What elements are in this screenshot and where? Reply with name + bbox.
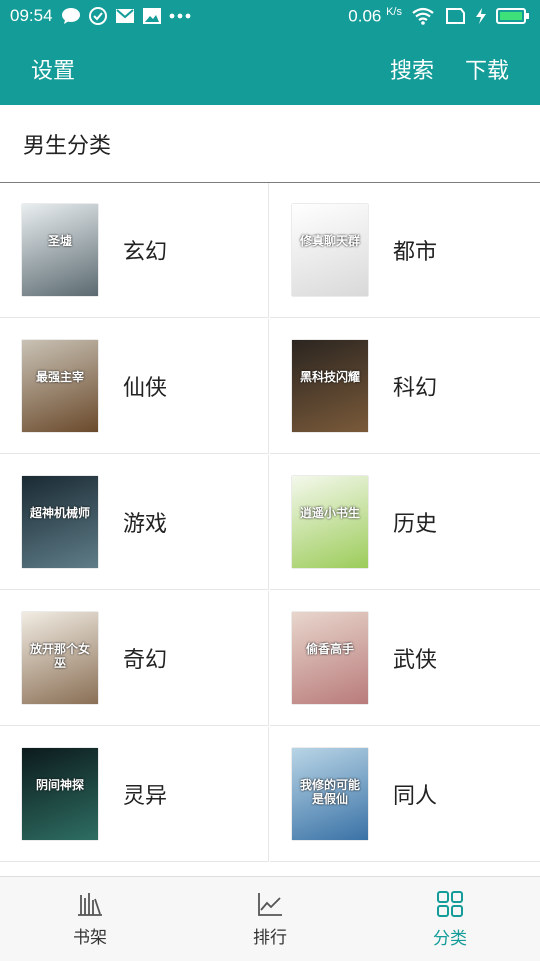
category-label: 历史 (393, 512, 438, 537)
download-button[interactable]: 下载 (465, 53, 509, 85)
mail-icon (115, 9, 134, 23)
category-item[interactable]: 逍遥小书生 历史 (270, 455, 540, 590)
category-grid: 圣墟 玄幻 修真聊天群 都市最强主宰 仙侠 黑科技闪耀 科幻超神机械师 游戏 逍遥小书生 历史放开… (0, 183, 540, 876)
cover-title: 偷香高手 (305, 642, 354, 656)
cover-title: 放开那个女巫 (29, 642, 90, 670)
category-label: 玄幻 (123, 240, 168, 265)
status-bar: 09:54 0.06 K/s (0, 0, 540, 32)
category-item[interactable]: 放开那个女巫 奇幻 (0, 591, 269, 726)
nav-category[interactable]: 分类 (360, 877, 540, 961)
cover-title: 黑科技闪耀 (299, 370, 360, 384)
category-label: 仙侠 (123, 376, 168, 401)
cover-title: 阴间神探 (35, 778, 84, 792)
category-label: 游戏 (123, 512, 168, 537)
image-icon (142, 8, 161, 24)
category-label: 灵异 (123, 784, 168, 809)
battery-icon (496, 8, 529, 24)
book-cover-image: 黑科技闪耀 (292, 340, 368, 432)
more-dots-icon (169, 13, 190, 19)
book-cover-image: 最强主宰 (22, 340, 98, 432)
category-item[interactable]: 阴间神探 灵异 (0, 727, 269, 862)
search-button[interactable]: 搜索 (390, 53, 434, 85)
category-label: 同人 (393, 784, 438, 809)
cover-title: 我修的可能是假仙 (299, 778, 360, 806)
category-item[interactable]: 圣墟 玄幻 (0, 183, 269, 318)
book-cover-image: 修真聊天群 (292, 204, 368, 296)
chat-icon (61, 8, 80, 24)
cover-title: 超神机械师 (29, 506, 90, 520)
book-cover-image: 放开那个女巫 (22, 612, 98, 704)
ranking-chart-icon (258, 892, 282, 916)
category-item[interactable]: 超神机械师 游戏 (0, 455, 269, 590)
category-label: 奇幻 (123, 648, 168, 673)
nav-bookshelf[interactable]: 书架 (0, 877, 180, 961)
book-cover-image: 阴间神探 (22, 748, 98, 840)
book-cover-image: 偷香高手 (292, 612, 368, 704)
sim-icon (446, 8, 465, 24)
charging-icon (476, 8, 486, 24)
cover-title: 修真聊天群 (299, 234, 360, 248)
wifi-icon (412, 7, 434, 25)
section-header: 男生分类 (0, 105, 540, 183)
book-cover-image: 逍遥小书生 (292, 476, 368, 568)
nav-bookshelf-label: 书架 (73, 927, 107, 948)
book-cover-image: 我修的可能是假仙 (292, 748, 368, 840)
bottom-nav: 书架 排行 分类 (0, 876, 540, 961)
cover-title: 圣墟 (47, 234, 72, 248)
check-circle-icon (88, 7, 107, 25)
settings-button[interactable]: 设置 (31, 53, 75, 85)
cover-title: 逍遥小书生 (299, 506, 360, 520)
section-title: 男生分类 (23, 133, 112, 159)
category-label: 都市 (393, 240, 438, 265)
category-item[interactable]: 修真聊天群 都市 (270, 183, 540, 318)
status-time: 09:54 (10, 6, 53, 25)
book-cover-image: 超神机械师 (22, 476, 98, 568)
network-speed: 0.06 K/s (348, 5, 402, 26)
nav-category-label: 分类 (433, 928, 467, 949)
category-item[interactable]: 最强主宰 仙侠 (0, 319, 269, 454)
category-label: 科幻 (393, 376, 438, 401)
category-item[interactable]: 偷香高手 武侠 (270, 591, 540, 726)
category-grid-icon (437, 890, 463, 917)
nav-ranking-label: 排行 (253, 927, 287, 948)
cover-title: 最强主宰 (35, 370, 84, 384)
nav-ranking[interactable]: 排行 (180, 877, 360, 961)
book-cover-image: 圣墟 (22, 204, 98, 296)
category-item[interactable]: 黑科技闪耀 科幻 (270, 319, 540, 454)
category-label: 武侠 (393, 648, 438, 673)
bookshelf-icon (78, 892, 102, 916)
app-bar: 设置 搜索 下载 (0, 32, 540, 105)
category-item[interactable]: 我修的可能是假仙 同人 (270, 727, 540, 862)
